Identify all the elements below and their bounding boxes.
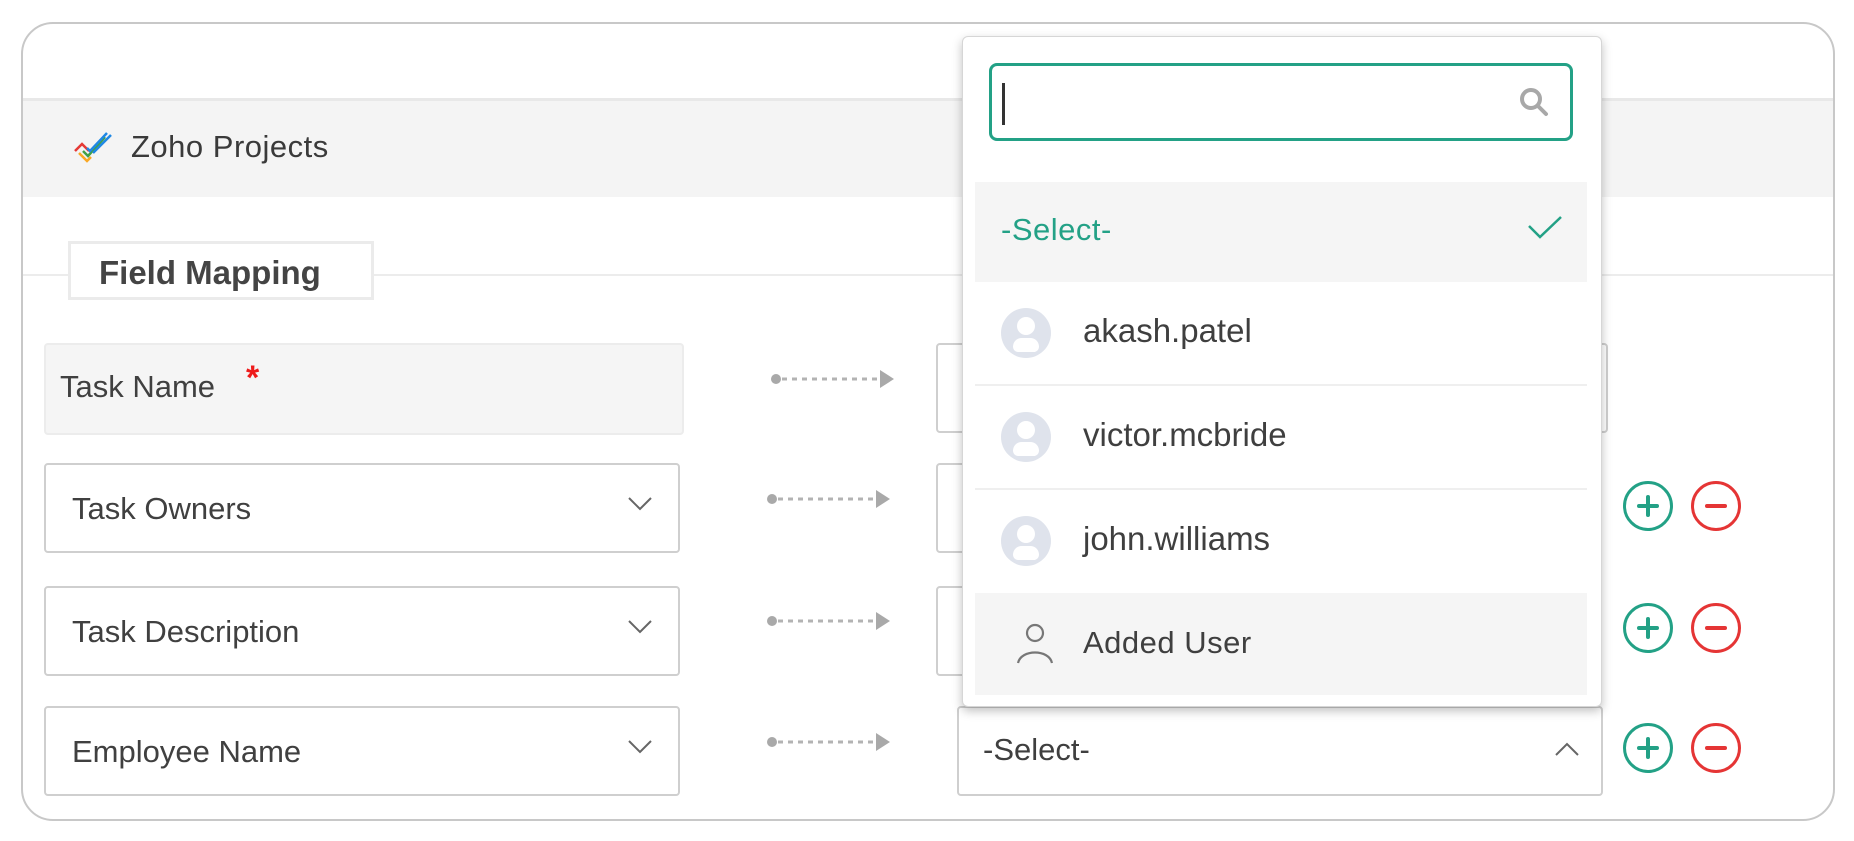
chevron-down-icon: [628, 740, 652, 754]
source-select-value: Employee Name: [72, 734, 302, 769]
source-select-task-description[interactable]: Task Description: [44, 586, 680, 676]
source-field-label: Task Name: [60, 369, 216, 404]
search-icon: [1520, 88, 1548, 116]
mapping-arrow-icon: [767, 733, 890, 751]
dropdown-option-added-user[interactable]: Added User: [975, 593, 1587, 695]
avatar-icon: [1001, 308, 1051, 358]
chevron-down-icon: [628, 620, 652, 634]
dropdown-option-user[interactable]: victor.mcbride: [975, 386, 1587, 490]
option-label: Added User: [1083, 625, 1252, 660]
check-icon: [1528, 216, 1562, 239]
section-tab-field-mapping: Field Mapping: [68, 241, 374, 300]
text-cursor: [1002, 83, 1005, 125]
source-select-value: Task Owners: [72, 491, 252, 526]
dropdown-search-input[interactable]: [989, 63, 1573, 141]
source-select-value: Task Description: [72, 614, 300, 649]
option-label: akash.patel: [1083, 312, 1252, 349]
avatar-icon: [1001, 516, 1051, 566]
remove-mapping-button[interactable]: [1691, 603, 1741, 653]
avatar-icon: [1001, 412, 1051, 462]
option-label: -Select-: [1001, 212, 1112, 247]
dropdown-option-user[interactable]: akash.patel: [975, 282, 1587, 386]
add-mapping-button[interactable]: [1623, 603, 1673, 653]
user-outline-icon: [1016, 623, 1054, 664]
section-title: Field Mapping: [99, 254, 321, 291]
source-select-task-owners[interactable]: Task Owners: [44, 463, 680, 553]
chevron-up-icon: [1555, 742, 1579, 756]
zoho-projects-logo-icon: [74, 132, 112, 163]
mapping-arrow-icon: [767, 490, 890, 508]
user-dropdown-menu: -Select- akash.patel victor.mcbride john…: [962, 36, 1602, 707]
option-label: john.williams: [1083, 520, 1271, 557]
target-select-employee-name[interactable]: -Select-: [957, 706, 1603, 796]
add-mapping-button[interactable]: [1623, 481, 1673, 531]
required-marker: *: [246, 359, 260, 397]
dropdown-option-select[interactable]: -Select-: [975, 182, 1587, 282]
mapping-arrow-icon: [771, 370, 894, 388]
app-name: Zoho Projects: [131, 129, 329, 164]
source-field-task-name: Task Name *: [44, 343, 684, 435]
source-select-employee-name[interactable]: Employee Name: [44, 706, 680, 796]
target-select-value: -Select-: [983, 732, 1090, 767]
remove-mapping-button[interactable]: [1691, 481, 1741, 531]
mapping-arrow-icon: [767, 612, 890, 630]
dropdown-option-user[interactable]: john.williams: [975, 490, 1587, 594]
option-label: victor.mcbride: [1083, 416, 1287, 453]
chevron-down-icon: [628, 497, 652, 511]
remove-mapping-button[interactable]: [1691, 723, 1741, 773]
add-mapping-button[interactable]: [1623, 723, 1673, 773]
